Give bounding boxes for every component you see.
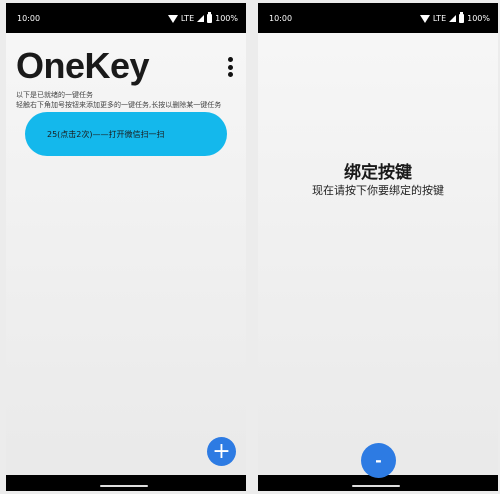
app-title: OneKey [16,45,150,86]
network-label: LTE [432,13,447,23]
more-vert-icon [227,64,233,70]
status-bar: 10:00 LTE 100% [258,3,498,33]
phone-screen-task-list: 10:00 LTE 100% OneKey 以下是已就绪的一键任务 轻触右下角加… [6,3,246,491]
more-vert-icon [227,72,233,77]
navigation-bar [6,475,246,491]
battery-icon [459,11,465,23]
more-vert-icon [227,57,233,62]
status-indicators: LTE 100% [167,11,238,23]
status-time: 10:00 [17,13,41,23]
hint-text: 以下是已就绪的一键任务 [16,91,93,99]
battery-level: 100% [467,13,490,23]
hint-text: 轻触右下角加号按钮来添加更多的一键任务,长按以删除某一键任务 [16,101,222,109]
home-indicator[interactable] [352,485,400,487]
battery-icon [207,11,213,23]
bind-key-title: 绑定按键 [344,163,412,183]
wifi-icon [419,14,430,23]
bind-key-instruction: 现在请按下你要绑定的按键 [312,184,444,197]
phone-screen-bind-key: 10:00 LTE 100% 绑定按键 现在请按下你要绑定的按键 - [258,3,498,491]
plus-icon: + [212,438,231,464]
status-bar: 10:00 LTE 100% [6,3,246,33]
task-item-label: 25(点击2次)——打开微信扫一扫 [47,129,165,139]
wifi-icon [167,14,178,23]
task-item[interactable]: 25(点击2次)——打开微信扫一扫 [25,112,227,156]
network-label: LTE [180,13,195,23]
overflow-menu-button[interactable] [222,55,238,79]
add-task-button[interactable]: + [207,437,236,466]
signal-icon [197,14,205,22]
cancel-bind-button[interactable]: - [361,443,396,478]
signal-icon [449,14,457,22]
status-indicators: LTE 100% [419,11,490,23]
minus-icon: - [375,450,382,470]
home-indicator[interactable] [100,485,148,487]
battery-level: 100% [215,13,238,23]
status-time: 10:00 [269,13,293,23]
